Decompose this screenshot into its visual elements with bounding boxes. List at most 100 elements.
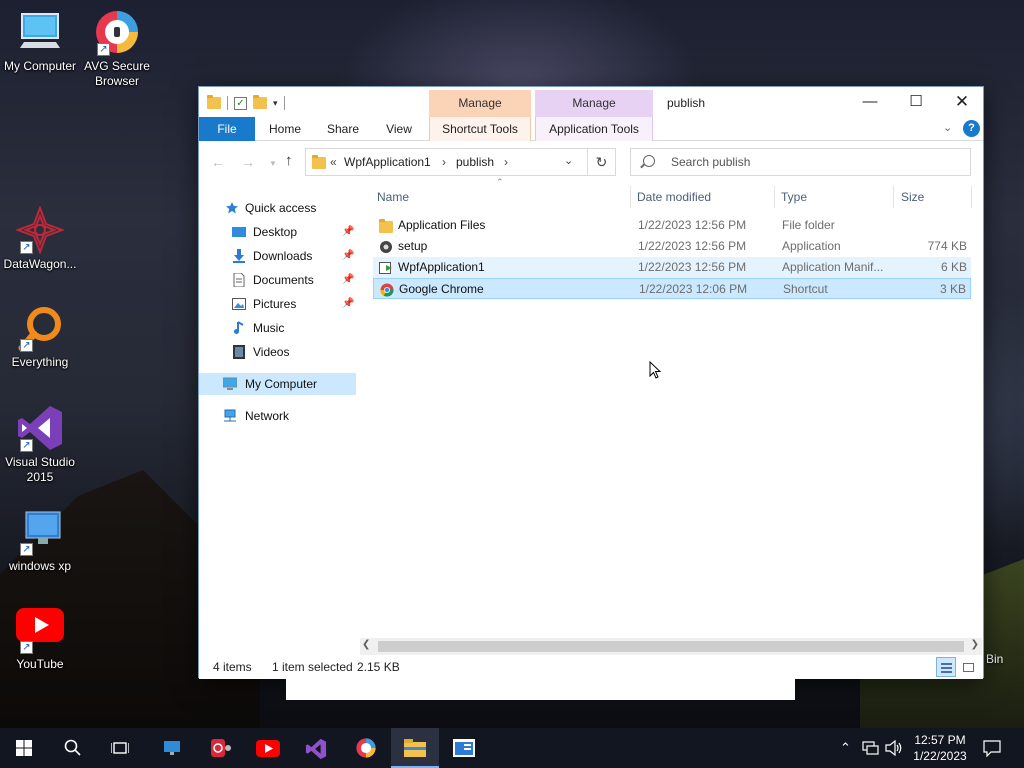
window-shadow-strip bbox=[286, 678, 795, 700]
taskbar-app-tool[interactable] bbox=[196, 728, 244, 768]
scroll-left-icon[interactable]: ❮ bbox=[362, 639, 370, 650]
search-input[interactable]: Search publish bbox=[630, 148, 971, 176]
desktop-icon-everything[interactable]: ↗ Everything bbox=[0, 304, 80, 370]
notifications-icon[interactable] bbox=[983, 739, 1001, 757]
monitor-icon bbox=[164, 741, 180, 755]
taskbar-app-remote[interactable] bbox=[148, 728, 196, 768]
tab-view[interactable]: View bbox=[375, 117, 423, 141]
help-icon[interactable]: ? bbox=[963, 120, 980, 137]
visual-studio-icon: ↗ bbox=[16, 404, 64, 452]
taskbar-app-visual-studio[interactable] bbox=[292, 728, 340, 768]
scrollbar-thumb[interactable] bbox=[378, 641, 964, 652]
tab-home[interactable]: Home bbox=[257, 117, 313, 141]
properties-icon[interactable]: ✓ bbox=[234, 96, 247, 110]
divider bbox=[283, 96, 285, 110]
taskbar-clock[interactable]: 12:57 PM 1/22/2023 bbox=[908, 732, 972, 764]
clock-date: 1/22/2023 bbox=[913, 749, 967, 763]
nav-label: My Computer bbox=[245, 377, 318, 391]
column-divider[interactable] bbox=[630, 186, 631, 208]
file-row-google-chrome[interactable]: Google Chrome 1/22/2023 12:06 PM Shortcu… bbox=[373, 278, 971, 299]
file-row-wpfapplication1[interactable]: WpfApplication1 1/22/2023 12:56 PM Appli… bbox=[373, 257, 971, 278]
nav-item-documents[interactable]: Documents 📌 bbox=[199, 269, 356, 291]
taskbar-app-file-explorer[interactable] bbox=[391, 728, 439, 768]
tab-share[interactable]: Share bbox=[317, 117, 369, 141]
network-tray-icon[interactable] bbox=[862, 741, 880, 755]
nav-label: Quick access bbox=[245, 201, 317, 215]
file-row-application-files[interactable]: Application Files 1/22/2023 12:56 PM Fil… bbox=[373, 215, 971, 236]
start-button[interactable] bbox=[0, 728, 48, 768]
nav-label: Documents bbox=[253, 273, 314, 287]
desktop-icon-label: Visual Studio 2015 bbox=[5, 455, 75, 484]
nav-item-downloads[interactable]: Downloads 📌 bbox=[199, 245, 356, 267]
tab-shortcut-tools[interactable]: Shortcut Tools bbox=[429, 117, 531, 141]
horizontal-scrollbar[interactable]: ❮ ❯ bbox=[360, 638, 982, 655]
details-view-button[interactable] bbox=[936, 657, 956, 677]
forward-arrow-icon[interactable]: → bbox=[241, 154, 255, 170]
taskbar-app-youtube[interactable] bbox=[244, 728, 292, 768]
nav-item-quick-access[interactable]: Quick access bbox=[199, 197, 356, 219]
pin-icon[interactable]: 📌 bbox=[342, 245, 354, 267]
chevron-up-icon[interactable]: ⌃ bbox=[840, 740, 851, 756]
desktop-icon-youtube[interactable]: ↗ YouTube bbox=[0, 606, 80, 672]
desktop-icon-recycle-bin-label[interactable]: Bin bbox=[986, 652, 1003, 666]
desktop-icon bbox=[232, 227, 246, 237]
close-button[interactable]: ✕ bbox=[939, 87, 985, 117]
status-selection: 1 item selected bbox=[272, 660, 353, 674]
chevron-right-icon[interactable]: › bbox=[504, 155, 508, 169]
file-name: WpfApplication1 bbox=[398, 260, 485, 274]
nav-item-desktop[interactable]: Desktop 📌 bbox=[199, 221, 356, 243]
maximize-button[interactable]: ☐ bbox=[893, 87, 939, 117]
nav-item-my-computer[interactable]: My Computer bbox=[199, 373, 356, 395]
desktop-icon-visual-studio[interactable]: ↗ Visual Studio 2015 bbox=[0, 404, 80, 485]
search-button[interactable] bbox=[48, 728, 96, 768]
refresh-button[interactable]: ↻ bbox=[588, 148, 616, 176]
breadcrumb-wpfapplication1[interactable]: WpfApplication1 bbox=[344, 155, 431, 169]
minimize-button[interactable]: — bbox=[847, 87, 893, 117]
column-header-size[interactable]: Size bbox=[901, 183, 924, 211]
taskbar-app-avg-browser[interactable] bbox=[342, 728, 390, 768]
shortcut-arrow-icon: ↗ bbox=[20, 439, 33, 452]
column-divider[interactable] bbox=[774, 186, 775, 208]
tab-file[interactable]: File bbox=[199, 117, 255, 141]
new-folder-icon[interactable] bbox=[253, 95, 267, 109]
tab-application-tools[interactable]: Application Tools bbox=[535, 117, 653, 141]
nav-item-music[interactable]: Music bbox=[199, 317, 356, 339]
desktop-icon-windows-xp[interactable]: ↗ windows xp bbox=[0, 508, 80, 574]
pin-icon[interactable]: 📌 bbox=[342, 269, 354, 291]
address-bar[interactable]: « WpfApplication1 › publish › ⌄ bbox=[305, 148, 588, 176]
volume-icon[interactable] bbox=[885, 740, 903, 756]
nav-item-videos[interactable]: Videos bbox=[199, 341, 356, 363]
column-header-date-modified[interactable]: Date modified bbox=[637, 183, 711, 211]
task-view-button[interactable] bbox=[96, 728, 144, 768]
magnifier-icon: ↗ bbox=[16, 304, 64, 352]
breadcrumb-publish[interactable]: publish bbox=[456, 155, 494, 169]
taskbar-app-window[interactable] bbox=[440, 728, 488, 768]
file-row-setup[interactable]: setup 1/22/2023 12:56 PM Application 774… bbox=[373, 236, 971, 257]
pin-icon[interactable]: 📌 bbox=[342, 293, 354, 315]
column-divider[interactable] bbox=[971, 186, 972, 208]
chrome-icon bbox=[380, 283, 394, 297]
desktop-icon-my-computer[interactable]: My Computer bbox=[0, 8, 80, 74]
desktop-icon-datawagon[interactable]: ↗ DataWagon... bbox=[0, 205, 80, 272]
scroll-right-icon[interactable]: ❯ bbox=[971, 639, 979, 650]
chevron-down-icon[interactable]: ⌄ bbox=[564, 154, 573, 167]
file-list: ⌃ Name Date modified Type Size Applicati… bbox=[369, 177, 975, 647]
title-bar[interactable]: ✓ ▾ Manage Manage publish — ☐ ✕ bbox=[199, 87, 983, 117]
large-icons-view-button[interactable] bbox=[958, 657, 978, 677]
expand-ribbon-icon[interactable]: ⌄ bbox=[943, 121, 952, 134]
desktop-icon-avg-browser[interactable]: ↗ AVG Secure Browser bbox=[77, 8, 157, 89]
nav-item-network[interactable]: Network bbox=[199, 405, 356, 427]
pin-icon[interactable]: 📌 bbox=[342, 221, 354, 243]
up-arrow-icon[interactable]: ↑ bbox=[285, 152, 293, 169]
file-name: Application Files bbox=[398, 218, 486, 232]
back-arrow-icon[interactable]: ← bbox=[211, 154, 225, 170]
chevron-down-icon[interactable]: ▾ bbox=[273, 98, 278, 109]
setup-icon bbox=[380, 241, 392, 253]
nav-item-pictures[interactable]: Pictures 📌 bbox=[199, 293, 356, 315]
chevron-right-icon[interactable]: › bbox=[442, 155, 446, 169]
column-header-name[interactable]: Name bbox=[377, 183, 409, 211]
recent-locations-icon[interactable]: ▼ bbox=[269, 159, 277, 168]
column-header-type[interactable]: Type bbox=[781, 183, 807, 211]
address-overflow[interactable]: « bbox=[330, 155, 337, 169]
column-divider[interactable] bbox=[893, 186, 894, 208]
